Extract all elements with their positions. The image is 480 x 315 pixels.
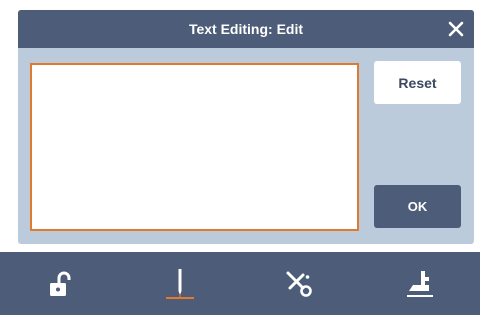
bottom-toolbar: [0, 252, 480, 315]
dialog-title: Text Editing: Edit: [188, 21, 304, 37]
text-editing-dialog: Text Editing: Edit Reset OK: [18, 10, 474, 244]
close-icon: [448, 21, 464, 37]
text-input-area[interactable]: [30, 63, 359, 231]
needle-button[interactable]: [120, 252, 240, 315]
presser-foot-icon: [407, 270, 433, 297]
dialog-header: Text Editing: Edit: [18, 10, 474, 48]
presser-foot-button[interactable]: [360, 252, 480, 315]
reset-button[interactable]: Reset: [374, 61, 461, 104]
cut-thread-button[interactable]: [240, 252, 360, 315]
unlock-button[interactable]: [0, 252, 120, 315]
scissors-icon: [286, 271, 312, 297]
unlock-icon: [50, 271, 71, 296]
close-button[interactable]: [446, 19, 466, 39]
ok-button[interactable]: OK: [374, 185, 461, 228]
needle-icon: [166, 268, 194, 299]
